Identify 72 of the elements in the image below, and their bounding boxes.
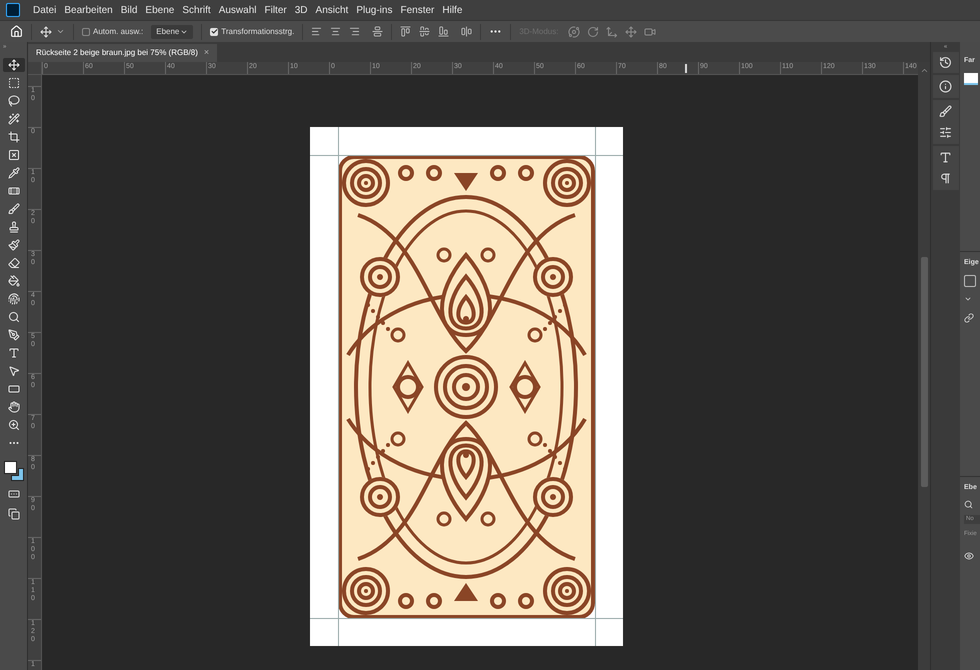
align-left-icon (311, 26, 322, 37)
link-icon (964, 312, 974, 322)
menu-item[interactable]: Bild (120, 2, 138, 18)
sliders-icon (939, 126, 952, 139)
search-icon (964, 500, 973, 508)
lasso-icon (8, 95, 20, 107)
paint-bucket-icon (8, 275, 20, 287)
menu-item[interactable]: Ebene (145, 2, 174, 18)
checkbox-label: Autom. ausw.: (93, 26, 144, 38)
stamp-icon (8, 221, 20, 233)
menu-item[interactable]: Datei (33, 2, 56, 18)
move-icon (625, 26, 638, 38)
paintbrush-icon (8, 239, 20, 251)
marquee-icon (8, 77, 20, 89)
orbit-icon (568, 26, 580, 38)
layer-dropdown[interactable]: Ebene (151, 24, 194, 38)
align-middle-icon (419, 26, 430, 37)
brush-icon (939, 105, 952, 118)
document-tab[interactable]: Rückseite 2 beige braun.jpg bei 75% (RGB/8) × (28, 44, 218, 62)
rotate-icon (587, 26, 600, 38)
checkbox-label: Transformationsstrg. (221, 26, 294, 38)
type-icon (8, 347, 20, 359)
foreground-swatch[interactable] (4, 461, 16, 474)
tool-button[interactable] (2, 58, 24, 72)
color-swatch[interactable] (964, 72, 978, 84)
pointer-icon (8, 365, 20, 377)
menu-item[interactable]: Filter (264, 2, 287, 18)
brush-icon (8, 203, 20, 215)
eraser-icon (8, 257, 20, 269)
checkbox[interactable] (210, 28, 218, 36)
zoom-icon (8, 419, 20, 431)
crop-icon (8, 131, 20, 143)
rectangle-icon (8, 383, 20, 395)
app-logo (6, 3, 20, 17)
scrollbar-thumb[interactable] (920, 257, 928, 487)
camera-icon (644, 26, 656, 38)
menu-item[interactable]: Fenster (400, 2, 434, 18)
distribute-icon (372, 26, 384, 37)
menu-item[interactable]: Plug-ins (356, 2, 392, 18)
menu-item[interactable]: Auswahl (218, 2, 256, 18)
background-swatch[interactable] (10, 468, 24, 481)
chevron-down-icon (56, 27, 65, 36)
menu-item[interactable]: 3D (294, 2, 308, 18)
menu-item[interactable]: Hilfe (442, 2, 462, 18)
frame-icon (8, 149, 20, 161)
menu-item[interactable]: Ansicht (316, 2, 348, 18)
move-icon (8, 59, 20, 71)
menu-item[interactable]: Bearbeiten (64, 2, 113, 18)
pen-icon (8, 329, 20, 341)
screen-mode-icon (8, 508, 20, 520)
finger-icon (8, 293, 20, 305)
align-center-icon (330, 26, 342, 37)
character-icon (939, 151, 952, 164)
checkbox[interactable] (82, 28, 90, 36)
cursor-marker (685, 64, 687, 73)
align-right-icon (349, 26, 360, 37)
scroll-up-icon (920, 66, 928, 75)
info-icon (939, 80, 952, 93)
home-icon (10, 25, 23, 38)
hand-icon (8, 401, 20, 413)
eye-icon (964, 550, 974, 560)
history-icon (939, 56, 952, 69)
distribute-icon (461, 26, 472, 37)
align-top-icon (400, 26, 412, 37)
move-icon (40, 26, 52, 38)
eyedropper-icon (8, 167, 20, 179)
bandage-icon (8, 185, 20, 197)
wand-icon (8, 113, 20, 125)
paragraph-icon (939, 172, 952, 185)
close-button[interactable]: × (204, 46, 210, 60)
menu-item[interactable]: Schrift (182, 2, 211, 18)
align-bottom-icon (438, 26, 450, 37)
